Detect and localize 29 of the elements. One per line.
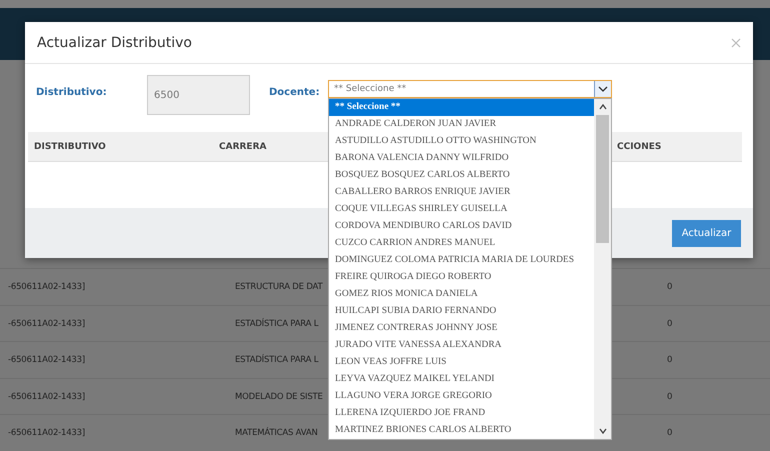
table-cell: ESTRUCTURA DE DAT [235, 282, 322, 292]
field-label: Docente: [269, 86, 321, 100]
column-header: CCIONES [616, 142, 662, 152]
table-cell: 0 [667, 282, 672, 292]
table-cell: 0 [667, 392, 672, 402]
table-cell: 0 [667, 355, 672, 366]
scrollbar[interactable] [594, 99, 611, 439]
table-cell: -650611A02-1433] [8, 392, 85, 402]
table-cell: -650611A02-1433] [8, 282, 85, 292]
select-field[interactable]: ** Seleccione ** [328, 80, 612, 98]
scroll-up-icon[interactable] [598, 103, 606, 111]
field-label: Distributivo: [36, 86, 108, 100]
input-field[interactable]: 6500 [147, 75, 250, 115]
dropdown-option[interactable]: ** Seleccione ** [329, 99, 594, 116]
table-cell: ESTADÍSTICA PARA L [235, 355, 318, 366]
update-button[interactable]: Actualizar [672, 220, 741, 246]
table-cell: ESTADÍSTICA PARA L [235, 318, 318, 329]
column-header: CARRERA [218, 142, 268, 152]
table-cell: MATEMÁTICAS AVAN [235, 428, 318, 438]
table-cell: 0 [667, 318, 672, 329]
caret-icon[interactable] [594, 81, 611, 97]
scroll-down-icon[interactable] [598, 427, 606, 435]
modal-title: Actualizar Distributivo [37, 34, 192, 50]
table-cell: -650611A02-1433] [8, 428, 85, 438]
table-cell: -650611A02-1433] [8, 318, 85, 329]
table-cell: 0 [667, 428, 672, 438]
table-cell: -650611A02-1433] [8, 355, 85, 366]
column-header: DISTRIBUTIVO [33, 142, 107, 152]
table-cell: MODELADO DE SISTE [235, 392, 323, 402]
